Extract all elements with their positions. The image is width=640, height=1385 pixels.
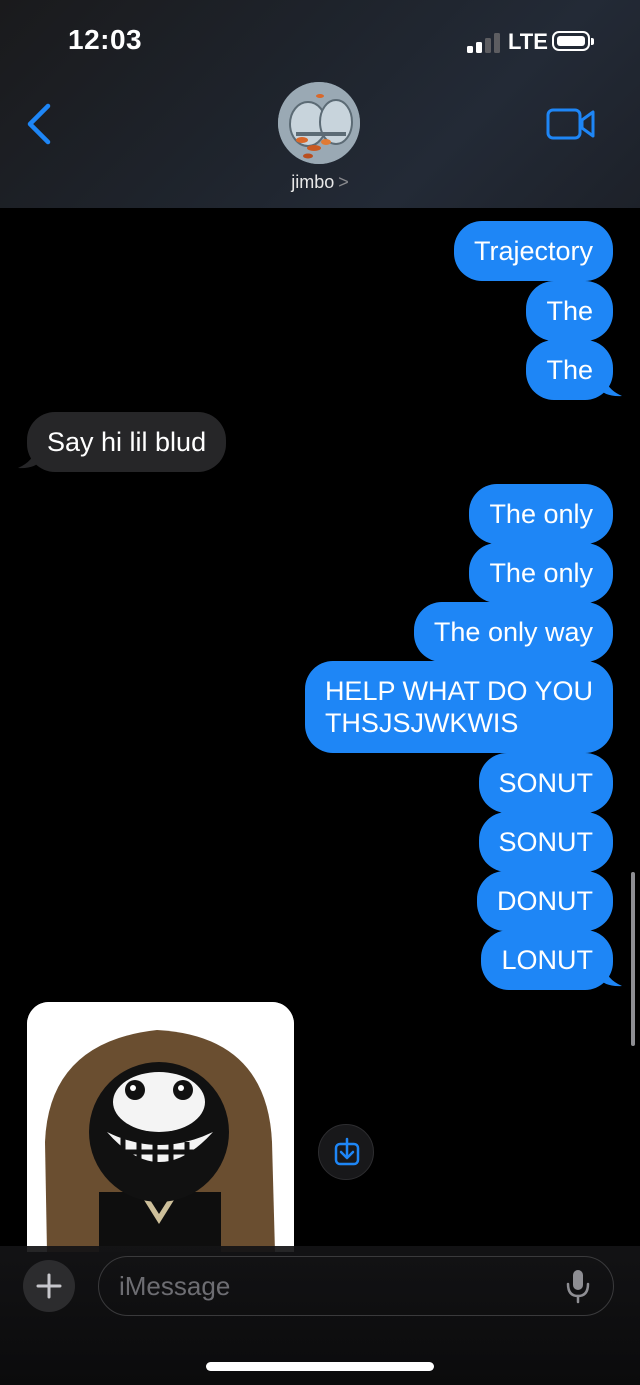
message-bubble-outgoing[interactable]: Trajectory <box>453 221 613 281</box>
plus-icon <box>36 1273 62 1299</box>
status-bar: 12:03 LTE <box>0 0 640 86</box>
contact-name-button[interactable]: jimbo > <box>0 172 640 193</box>
home-indicator[interactable] <box>206 1362 434 1371</box>
message-bubble-outgoing[interactable]: The <box>526 281 613 341</box>
message-bubble-outgoing[interactable]: SONUT <box>478 812 613 872</box>
message-bubble-outgoing[interactable]: The only <box>469 543 613 603</box>
cellular-signal-icon <box>467 33 500 53</box>
message-bubble-outgoing[interactable]: LONUT <box>481 930 613 990</box>
message-bubble-outgoing[interactable]: HELP WHAT DO YOU THSJSJWKWIS <box>304 661 613 753</box>
back-chevron-icon[interactable] <box>22 102 58 146</box>
message-input[interactable] <box>98 1256 614 1316</box>
battery-icon <box>552 31 594 51</box>
status-time: 12:03 <box>68 24 143 55</box>
message-bubble-outgoing[interactable]: The only way <box>413 602 613 662</box>
carrier-label: LTE <box>508 29 548 54</box>
contact-avatar[interactable] <box>278 82 360 164</box>
bubble-tail <box>598 375 622 397</box>
chevron-right-icon: > <box>338 172 349 192</box>
video-camera-icon[interactable] <box>546 106 596 142</box>
drawn-character-image <box>27 1002 294 1252</box>
bubble-tail <box>18 447 42 469</box>
contact-name: jimbo <box>291 172 335 192</box>
save-download-icon <box>334 1137 360 1166</box>
plus-button[interactable] <box>23 1260 75 1312</box>
bubble-tail <box>598 965 622 987</box>
save-download-button[interactable] <box>318 1124 374 1180</box>
message-bubble-outgoing[interactable]: The only <box>469 484 613 544</box>
message-bubble-outgoing[interactable]: DONUT <box>477 871 613 931</box>
image-message[interactable] <box>27 1002 294 1252</box>
goldfish-photo <box>278 82 360 164</box>
message-bubble-incoming[interactable]: Say hi lil blud <box>27 412 227 472</box>
scroll-indicator[interactable] <box>631 872 635 1046</box>
microphone-icon[interactable] <box>564 1268 592 1304</box>
message-bubble-outgoing[interactable]: SONUT <box>478 753 613 813</box>
